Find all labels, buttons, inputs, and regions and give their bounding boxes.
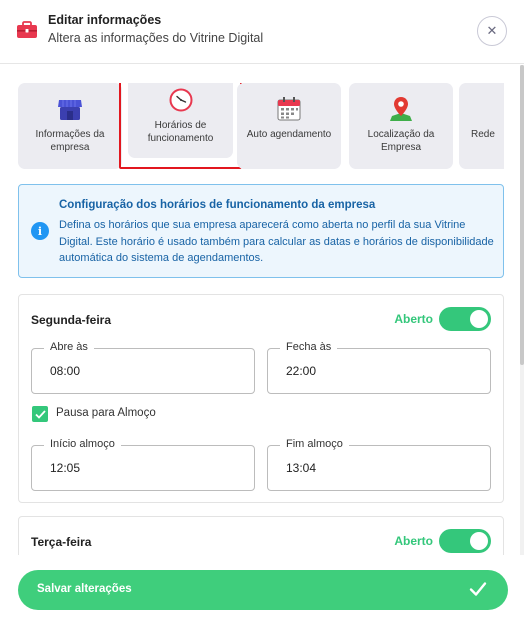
dialog-header: Editar informações Altera as informações… <box>0 0 524 64</box>
day-status: Aberto <box>394 312 433 326</box>
toggle-knob <box>470 532 488 550</box>
close-button[interactable]: ✕ <box>477 16 507 46</box>
clock-icon <box>168 87 194 113</box>
section-tabs: Informações da empresa Horários de funci… <box>18 83 504 169</box>
dialog-footer: Salvar alterações <box>0 556 524 617</box>
field-label: Fim almoço <box>280 438 349 450</box>
info-icon: i <box>31 222 49 240</box>
field-value: 12:05 <box>50 461 81 475</box>
save-button[interactable]: Salvar alterações <box>18 570 508 610</box>
close-time-field[interactable]: Fecha às 22:00 <box>267 341 491 394</box>
day-name: Segunda-feira <box>31 313 112 327</box>
form-scroll-area[interactable]: Informações da empresa Horários de funci… <box>0 65 524 555</box>
scrollbar[interactable] <box>520 65 524 555</box>
checkmark-icon <box>34 409 46 419</box>
field-value: 08:00 <box>50 364 81 378</box>
tab-business-hours[interactable]: Horários de funcionamento <box>119 83 242 169</box>
map-pin-icon <box>388 96 414 122</box>
field-value: 22:00 <box>286 364 317 378</box>
scrollbar-thumb[interactable] <box>520 65 524 365</box>
lunch-end-field[interactable]: Fim almoço 13:04 <box>267 438 491 491</box>
open-time-field[interactable]: Abre às 08:00 <box>31 341 255 394</box>
field-label: Abre às <box>44 341 94 353</box>
tab-label: Rede <box>471 129 495 140</box>
day-card-tuesday: Terça-feira Aberto <box>18 516 504 555</box>
field-label: Fecha às <box>280 341 338 353</box>
tab-company-location[interactable]: Localização da Empresa <box>349 83 453 169</box>
social-icon <box>498 96 504 122</box>
open-toggle[interactable] <box>439 307 491 331</box>
dialog-subtitle: Altera as informações do Vitrine Digital <box>48 31 264 45</box>
lunch-break-checkbox[interactable] <box>32 406 48 422</box>
info-text: Defina os horários que sua empresa apare… <box>59 219 494 264</box>
day-status: Aberto <box>394 534 433 548</box>
toggle-knob <box>470 310 488 328</box>
briefcase-icon <box>17 21 37 38</box>
save-label: Salvar alterações <box>37 583 132 595</box>
close-icon: ✕ <box>486 23 498 38</box>
day-name: Terça-feira <box>31 535 92 549</box>
day-card-monday: Segunda-feira Aberto Abre às 08:00 Fecha… <box>18 294 504 503</box>
field-label: Início almoço <box>44 438 121 450</box>
check-icon <box>469 582 487 596</box>
lunch-start-field[interactable]: Início almoço 12:05 <box>31 438 255 491</box>
tab-auto-scheduling[interactable]: Auto agendamento <box>237 83 341 169</box>
tab-label: Horários de funcionamento <box>147 120 214 144</box>
lunch-break-label: Pausa para Almoço <box>56 407 156 419</box>
open-toggle[interactable] <box>439 529 491 553</box>
tab-company-info[interactable]: Informações da empresa <box>18 83 122 169</box>
tab-label: Informações da empresa <box>35 129 105 153</box>
info-title: Configuração dos horários de funcionamen… <box>59 199 376 211</box>
calendar-icon <box>276 96 302 122</box>
dialog-title: Editar informações <box>48 13 162 27</box>
info-alert: i Configuração dos horários de funcionam… <box>18 184 504 278</box>
tab-label: Localização da Empresa <box>367 129 435 153</box>
field-value: 13:04 <box>286 461 317 475</box>
tab-label: Auto agendamento <box>246 129 332 140</box>
tab-social[interactable]: Rede <box>459 83 504 169</box>
store-icon <box>57 96 83 122</box>
